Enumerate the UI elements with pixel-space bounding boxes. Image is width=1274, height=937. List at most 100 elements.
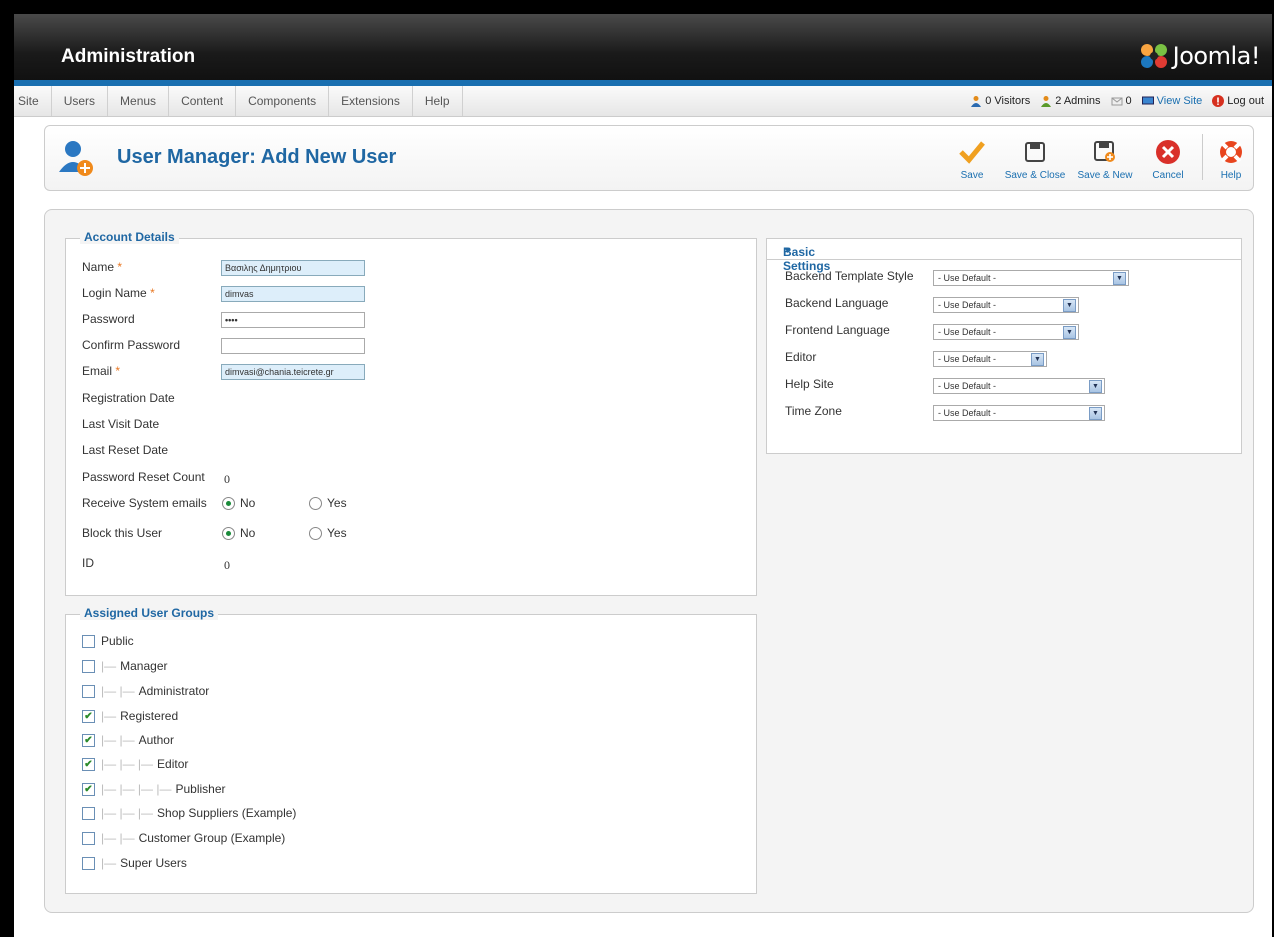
- main-content: Account Details Name * Βασιλης Δημητριου…: [44, 209, 1254, 913]
- basic-setting-select[interactable]: - Use Default - ▼: [933, 378, 1105, 394]
- basic-setting-label: Backend Language: [785, 296, 889, 310]
- user-add-icon: [59, 141, 93, 176]
- last-visit-date-label: Last Visit Date: [82, 417, 160, 431]
- checkmark-icon: [959, 141, 985, 164]
- checkbox-checked-icon[interactable]: ✔: [82, 757, 95, 771]
- admins-count: 2 Admins: [1055, 95, 1101, 107]
- email-input[interactable]: dimvasi@chania.teicrete.gr: [221, 364, 365, 380]
- chevron-down-icon[interactable]: ▼: [1063, 299, 1076, 312]
- group-item[interactable]: ✔ |— |— Author: [82, 733, 174, 747]
- menu-components[interactable]: Components: [236, 86, 330, 116]
- menu-users[interactable]: Users: [52, 86, 109, 116]
- group-label: Author: [138, 733, 174, 747]
- cancel-button[interactable]: Cancel: [1140, 134, 1196, 181]
- group-item[interactable]: ✔ |— Registered: [82, 709, 178, 723]
- block-user-yes-radio[interactable]: Yes: [309, 526, 347, 540]
- basic-setting-label: Editor: [785, 350, 817, 364]
- radio-selected-icon: [222, 496, 235, 510]
- menu-site[interactable]: Site: [14, 86, 52, 116]
- tree-indent-icon: |— |— |—: [101, 806, 154, 820]
- checkbox-unchecked-icon[interactable]: [82, 634, 95, 648]
- basic-setting-select[interactable]: - Use Default - ▼: [933, 405, 1105, 421]
- admin-title: Administration: [61, 46, 196, 67]
- messages-status[interactable]: 0: [1111, 95, 1132, 107]
- save-close-button[interactable]: Save & Close: [1000, 134, 1070, 181]
- checkbox-unchecked-icon[interactable]: [82, 659, 95, 673]
- menu-menus[interactable]: Menus: [108, 86, 170, 116]
- name-input[interactable]: Βασιλης Δημητριου: [221, 260, 365, 276]
- visitors-status: 0 Visitors: [970, 95, 1030, 107]
- radio-unselected-icon: [309, 526, 322, 540]
- basic-setting-label: Time Zone: [785, 404, 842, 418]
- basic-settings-header[interactable]: ▼ Basic Settings: [767, 239, 1241, 273]
- checkbox-checked-icon[interactable]: ✔: [82, 782, 95, 796]
- save-close-label: Save & Close: [1004, 170, 1066, 181]
- group-item[interactable]: |— |— |— Shop Suppliers (Example): [82, 806, 296, 820]
- group-label: Registered: [120, 709, 179, 723]
- basic-setting-label: Frontend Language: [785, 323, 890, 337]
- menu-extensions[interactable]: Extensions: [329, 86, 413, 116]
- help-button[interactable]: Help: [1209, 134, 1253, 181]
- select-value: - Use Default -: [938, 300, 997, 310]
- confirm-password-input[interactable]: [221, 338, 365, 354]
- basic-setting-select[interactable]: - Use Default - ▼: [933, 351, 1047, 367]
- chevron-down-icon[interactable]: ▼: [1063, 326, 1076, 339]
- password-label: Password: [82, 312, 135, 326]
- group-item[interactable]: |— |— Administrator: [82, 684, 209, 698]
- chevron-down-icon[interactable]: ▼: [1089, 380, 1102, 393]
- group-item[interactable]: ✔ |— |— |— Editor: [82, 757, 188, 771]
- checkbox-unchecked-icon[interactable]: [82, 684, 95, 698]
- toolbar-buttons: Save Save & Close Save & New Cancel Help: [944, 134, 1253, 181]
- group-item[interactable]: |— |— Customer Group (Example): [82, 831, 285, 845]
- basic-setting-select[interactable]: - Use Default - ▼: [933, 270, 1129, 286]
- group-item[interactable]: ✔ |— |— |— |— Publisher: [82, 782, 226, 796]
- group-item[interactable]: |— Manager: [82, 659, 168, 673]
- tree-indent-icon: |—: [101, 709, 117, 723]
- visitors-count: 0 Visitors: [985, 95, 1031, 107]
- receive-emails-no-label: No: [240, 496, 256, 510]
- basic-settings-panel: ▼ Basic Settings Backend Template Style - …: [766, 238, 1242, 454]
- tree-indent-icon: |— |— |—: [101, 757, 154, 771]
- logout-link[interactable]: Log out: [1212, 95, 1264, 107]
- password-input[interactable]: ••••: [221, 312, 365, 328]
- save-label: Save: [960, 170, 984, 181]
- tree-indent-icon: |—: [101, 856, 117, 870]
- checkbox-unchecked-icon[interactable]: [82, 856, 95, 870]
- menu-content[interactable]: Content: [169, 86, 237, 116]
- chevron-down-icon[interactable]: ▼: [1113, 272, 1126, 285]
- chevron-down-icon[interactable]: ▼: [1089, 407, 1102, 420]
- save-button[interactable]: Save: [944, 134, 1000, 181]
- receive-emails-label: Receive System emails: [82, 496, 207, 510]
- login-name-input[interactable]: dimvas: [221, 286, 365, 302]
- save-new-button[interactable]: Save & New: [1070, 134, 1140, 181]
- group-item[interactable]: |— Super Users: [82, 856, 187, 870]
- chevron-down-icon[interactable]: ▼: [1031, 353, 1044, 366]
- view-site-link[interactable]: View Site: [1141, 95, 1202, 107]
- group-item[interactable]: Public: [82, 634, 134, 648]
- top-menu-bar: Site Users Menus Content Components Exte…: [14, 86, 1272, 117]
- messages-count: 0: [1125, 95, 1132, 107]
- checkbox-unchecked-icon[interactable]: [82, 831, 95, 845]
- basic-setting-select[interactable]: - Use Default - ▼: [933, 324, 1079, 340]
- basic-setting-label: Help Site: [785, 377, 834, 391]
- tree-indent-icon: |— |—: [101, 831, 135, 845]
- tree-indent-icon: |— |— |— |—: [101, 782, 172, 796]
- checkbox-checked-icon[interactable]: ✔: [82, 733, 95, 747]
- page-toolbar: User Manager: Add New User Save Save & C…: [44, 125, 1254, 191]
- group-label: Editor: [157, 757, 189, 771]
- confirm-password-label: Confirm Password: [82, 338, 181, 352]
- save-new-label: Save & New: [1077, 170, 1133, 181]
- checkbox-checked-icon[interactable]: ✔: [82, 709, 95, 723]
- basic-setting-select[interactable]: - Use Default - ▼: [933, 297, 1079, 313]
- receive-emails-no-radio[interactable]: No: [222, 496, 255, 510]
- logout-icon: [1212, 95, 1225, 107]
- receive-emails-yes-radio[interactable]: Yes: [309, 496, 347, 510]
- password-reset-count-value: 0: [224, 472, 230, 486]
- checkbox-unchecked-icon[interactable]: [82, 806, 95, 820]
- block-user-yes-label: Yes: [327, 526, 347, 540]
- menu-help[interactable]: Help: [413, 86, 463, 116]
- name-label: Name *: [82, 260, 123, 274]
- id-label: ID: [82, 556, 94, 570]
- block-user-no-radio[interactable]: No: [222, 526, 255, 540]
- login-name-label: Login Name *: [82, 286, 155, 300]
